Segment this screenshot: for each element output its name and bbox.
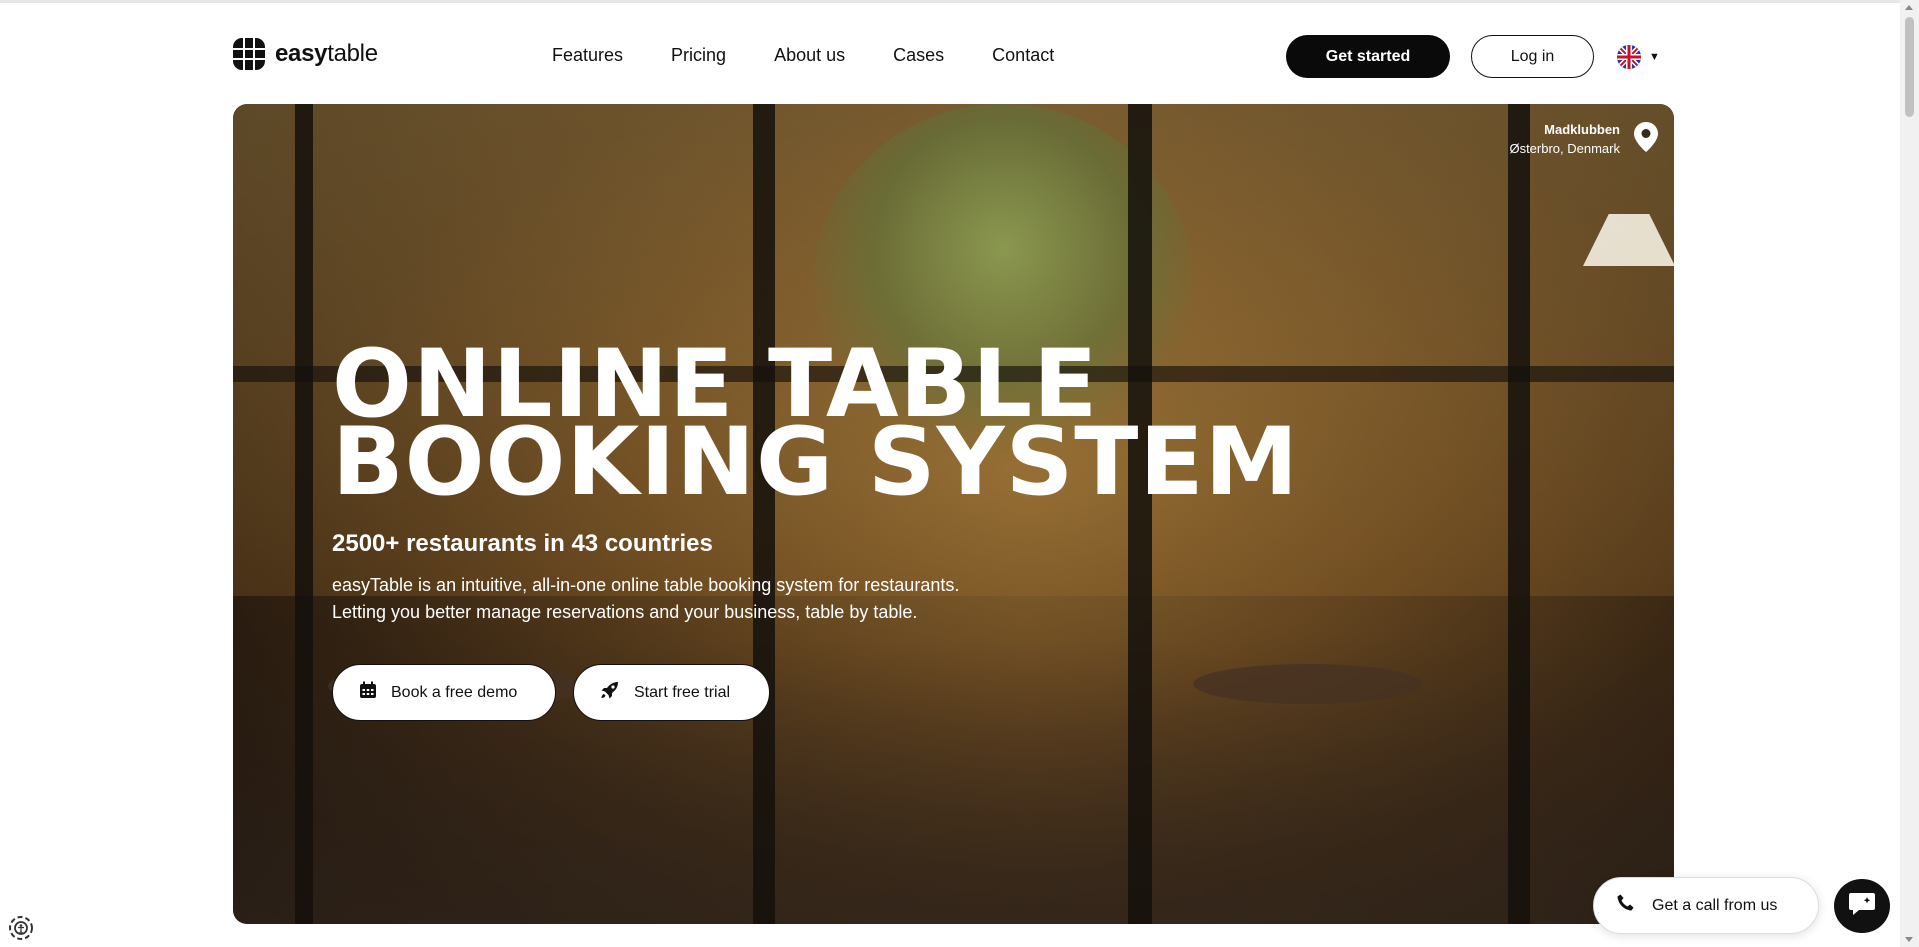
window-frame-decor: [1508, 104, 1530, 924]
chevron-down-icon: ▼: [1649, 51, 1660, 63]
book-demo-label: Book a free demo: [391, 683, 518, 701]
uk-flag-icon: [1617, 45, 1641, 69]
hero-table-decor: [1193, 664, 1423, 704]
nav-item-cases[interactable]: Cases: [893, 45, 944, 66]
chat-bubble-icon: [1848, 891, 1876, 922]
location-place: Østerbro, Denmark: [1509, 141, 1620, 156]
nav-item-contact[interactable]: Contact: [992, 45, 1054, 66]
hero-description-line-2: Letting you better manage reservations a…: [332, 602, 918, 622]
main-nav: Features Pricing About us Cases Contact: [552, 45, 1054, 66]
nav-item-about-us[interactable]: About us: [774, 45, 845, 66]
hero-title: ONLINE TABLE BOOKING SYSTEM: [332, 338, 1432, 517]
logo-grid-icon: [233, 38, 265, 70]
login-button[interactable]: Log in: [1471, 35, 1594, 78]
logo[interactable]: easytable: [233, 37, 378, 71]
book-demo-button[interactable]: Book a free demo: [332, 664, 556, 721]
hero-subtitle: 2500+ restaurants in 43 countries: [332, 530, 713, 557]
nav-item-pricing[interactable]: Pricing: [671, 45, 726, 66]
map-pin-icon: [1634, 122, 1658, 157]
location-name: Madklubben: [1544, 122, 1620, 137]
start-trial-label: Start free trial: [634, 683, 731, 701]
site-header: easytable Features Pricing About us Case…: [0, 3, 1900, 103]
hero-section: Madklubben Østerbro, Denmark ONLINE TABL…: [233, 104, 1674, 924]
request-call-button[interactable]: Get a call from us: [1593, 877, 1819, 934]
accessibility-icon[interactable]: [7, 914, 35, 942]
nav-item-features[interactable]: Features: [552, 45, 623, 66]
hero-title-line-2: BOOKING SYSTEM: [332, 408, 1300, 517]
scrollbar-thumb[interactable]: [1905, 17, 1914, 117]
calendar-icon: [359, 681, 377, 704]
scroll-up-arrow-icon[interactable]: [1905, 5, 1913, 10]
logo-text: easytable: [275, 40, 378, 67]
scroll-down-arrow-icon[interactable]: [1905, 937, 1913, 942]
get-started-button[interactable]: Get started: [1286, 35, 1450, 78]
phone-icon: [1616, 893, 1636, 918]
page-scrollbar[interactable]: [1900, 0, 1919, 947]
window-frame-decor: [295, 104, 313, 924]
hero-description-line-1: easyTable is an intuitive, all-in-one on…: [332, 575, 960, 595]
rocket-icon: [600, 680, 620, 705]
request-call-label: Get a call from us: [1652, 896, 1778, 914]
hero-description: easyTable is an intuitive, all-in-one on…: [332, 572, 1092, 626]
language-selector[interactable]: ▼: [1617, 44, 1660, 70]
start-trial-button[interactable]: Start free trial: [573, 664, 770, 721]
location-tag: Madklubben Østerbro, Denmark: [1509, 122, 1658, 157]
chat-button[interactable]: [1834, 879, 1890, 933]
